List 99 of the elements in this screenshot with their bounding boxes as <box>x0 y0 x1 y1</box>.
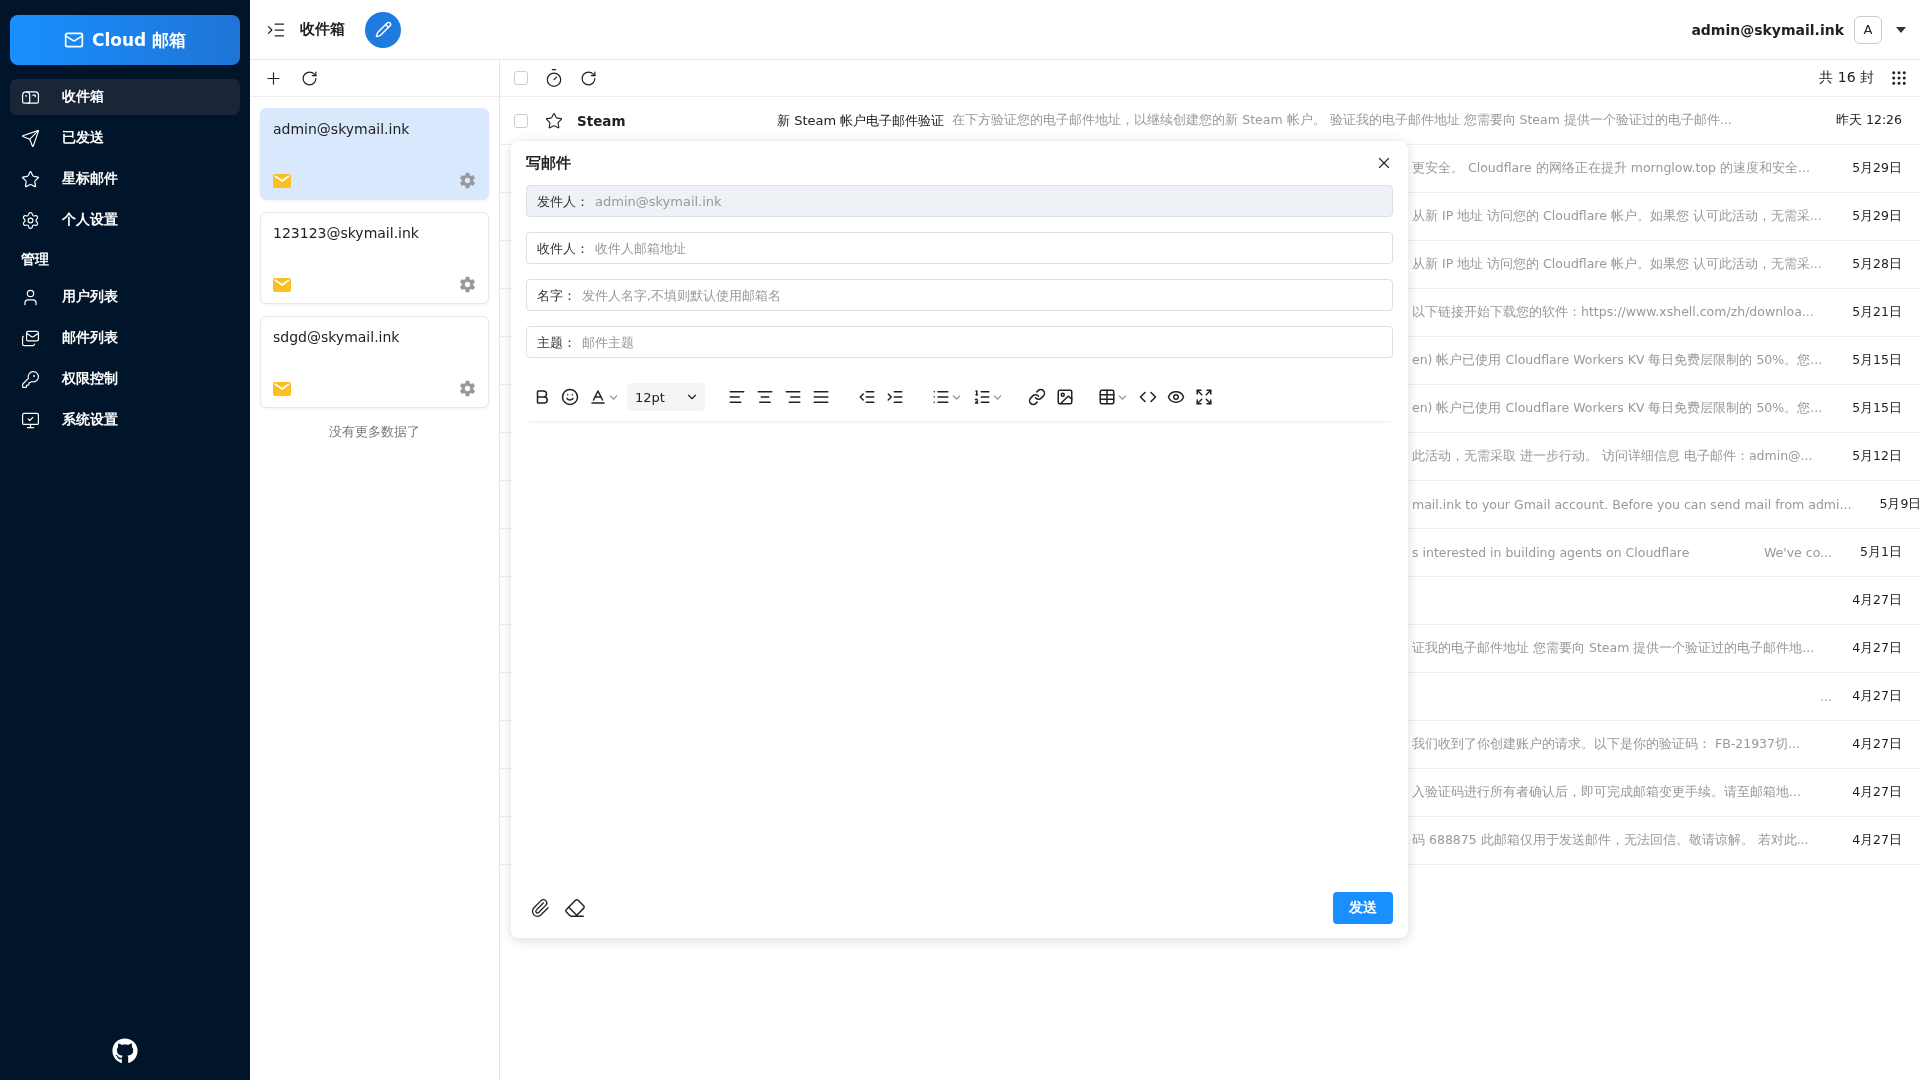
nav-item[interactable]: 收件箱 <box>10 79 240 115</box>
indent-icon <box>886 388 904 406</box>
monitor-icon <box>21 410 40 430</box>
mail-preview: 以下链接开始下载您的软件：https://www.xshell.com/zh/downloa... <box>1412 304 1814 321</box>
end-of-list-text: 没有更多数据了 <box>328 423 421 441</box>
mail-date: 5月15日 <box>1851 352 1902 369</box>
envelope-icon <box>273 277 291 292</box>
refresh-icon[interactable] <box>301 69 318 87</box>
mail-date: 4月27日 <box>1851 592 1902 609</box>
nav-item[interactable]: 系统设置 <box>10 402 240 438</box>
preview-icon <box>1167 388 1185 406</box>
numbered-list-icon <box>973 388 991 406</box>
field-label: 发件人： <box>537 193 589 211</box>
pencil-icon <box>374 21 392 38</box>
field-label: 收件人： <box>537 240 589 258</box>
account-card[interactable]: sdgd@skymail.ink <box>260 316 489 408</box>
nav-item[interactable]: 星标邮件 <box>10 161 240 197</box>
gear-icon[interactable] <box>459 380 476 397</box>
mail-date: 4月27日 <box>1851 688 1902 705</box>
mail-count: 共 16 封 <box>1819 69 1874 87</box>
fullscreen-icon <box>1195 388 1213 406</box>
mail-preview: en) 帐户已使用 Cloudflare Workers KV 每日免费层限制的 50%。您... <box>1412 400 1823 417</box>
settings-icon <box>21 210 40 230</box>
star-icon[interactable] <box>545 111 563 130</box>
mail-date: 昨天 12:26 <box>1835 112 1902 129</box>
mail-date: 5月29日 <box>1851 208 1902 225</box>
mail-preview: 我们收到了你创建账户的请求。以下是你的验证码： FB-21937切... <box>1412 736 1800 753</box>
mail-date: 4月27日 <box>1851 784 1902 801</box>
account-email: 123123@skymail.ink <box>273 225 420 241</box>
page-title: 收件箱 <box>300 20 345 39</box>
account-card[interactable]: 123123@skymail.ink <box>260 212 489 304</box>
mail-preview: s interested in building agents on Cloudflare <box>1412 545 1690 560</box>
align-left-icon <box>728 388 746 406</box>
mail-preview: mail.ink to your Gmail account. Before you can send mail from admi... <box>1412 497 1852 512</box>
mail-date: 5月21日 <box>1851 304 1902 321</box>
nav-item[interactable]: 个人设置 <box>10 202 240 238</box>
dialog-title: 写邮件 <box>526 153 571 173</box>
align-right-icon <box>784 388 802 406</box>
mail-preview: 码 688875 此邮箱仅用于发送邮件，无法回信。敬请谅解。 若对此... <box>1412 832 1809 849</box>
nav-item[interactable]: 已发送 <box>10 120 240 156</box>
mail-icon <box>63 30 84 50</box>
refresh-icon[interactable] <box>580 69 597 87</box>
mail-preview: 入验证码进行所有者确认后，即可完成邮箱变更手续。请至邮箱地... <box>1412 784 1801 801</box>
mail-preview: ... <box>1819 689 1832 704</box>
select-all-checkbox[interactable] <box>514 71 528 85</box>
table-icon <box>1098 388 1116 406</box>
mail-date: 5月28日 <box>1851 256 1902 273</box>
link-icon <box>1028 388 1046 406</box>
section-title: 管理 <box>20 250 50 269</box>
mail-date: 5月29日 <box>1851 160 1902 177</box>
align-justify-icon <box>812 388 830 406</box>
caret-icon[interactable] <box>1896 26 1906 33</box>
account-card[interactable]: admin@skymail.ink <box>260 108 489 200</box>
text-color-icon <box>589 388 607 406</box>
mail-preview: 更安全。 Cloudflare 的网络正在提升 mornglow.top 的速度和安全... <box>1412 160 1810 177</box>
send-icon <box>21 128 40 148</box>
eraser-icon[interactable] <box>564 897 586 919</box>
timer-icon[interactable] <box>544 68 564 88</box>
user-email: admin@skymail.ink <box>1691 21 1844 38</box>
bullet-list-icon <box>932 388 950 406</box>
user-icon <box>21 287 40 307</box>
app-logo[interactable]: Cloud 邮箱 <box>10 15 240 65</box>
mail-preview: 从新 IP 地址 访问您的 Cloudflare 帐户。如果您 认可此活动，无需采... <box>1412 208 1822 225</box>
avatar[interactable]: A <box>1854 15 1882 44</box>
paperclip-icon[interactable] <box>530 898 550 918</box>
account-email: admin@skymail.ink <box>273 121 411 137</box>
mail-date: 5月15日 <box>1851 400 1902 417</box>
mail-preview: en) 帐户已使用 Cloudflare Workers KV 每日免费层限制的 50%。您... <box>1412 352 1823 369</box>
github-icon[interactable] <box>112 1038 138 1064</box>
mail-preview: 从新 IP 地址 访问您的 Cloudflare 帐户。如果您 认可此活动，无需采... <box>1412 256 1822 273</box>
compose-button[interactable] <box>365 11 401 48</box>
nav-item[interactable]: 邮件列表 <box>10 320 240 356</box>
account-email: sdgd@skymail.ink <box>273 329 401 345</box>
gear-icon[interactable] <box>459 276 476 293</box>
mail-sender: Steam <box>577 112 627 129</box>
grid-icon[interactable] <box>1890 69 1908 87</box>
mail-date: 4月27日 <box>1851 832 1902 849</box>
align-center-icon <box>756 388 774 406</box>
envelope-icon <box>273 381 291 396</box>
mail-preview: We've co... <box>1762 545 1832 560</box>
field-label: 主题： <box>537 334 576 352</box>
image-icon <box>1056 388 1074 406</box>
mail-date: 5月12日 <box>1851 448 1902 465</box>
mail-date: 5月9日 <box>1878 496 1920 513</box>
font-size-select[interactable]: 12pt <box>627 383 705 411</box>
mail-date: 4月27日 <box>1851 640 1902 657</box>
nav-item[interactable]: 权限控制 <box>10 361 240 397</box>
mail-date: 4月27日 <box>1851 736 1902 753</box>
field-label: 名字： <box>537 287 576 305</box>
nav-item[interactable]: 用户列表 <box>10 279 240 315</box>
outdent-icon <box>858 388 876 406</box>
mail-date: 5月1日 <box>1859 544 1902 561</box>
star-icon <box>21 169 40 189</box>
key-icon <box>21 369 40 389</box>
mail-subject: 新 Steam 帐户电子邮件验证 <box>777 111 945 130</box>
emoji-icon <box>561 388 579 406</box>
checkbox[interactable] <box>514 113 528 128</box>
mails-icon <box>21 328 40 348</box>
envelope-icon <box>273 173 291 188</box>
